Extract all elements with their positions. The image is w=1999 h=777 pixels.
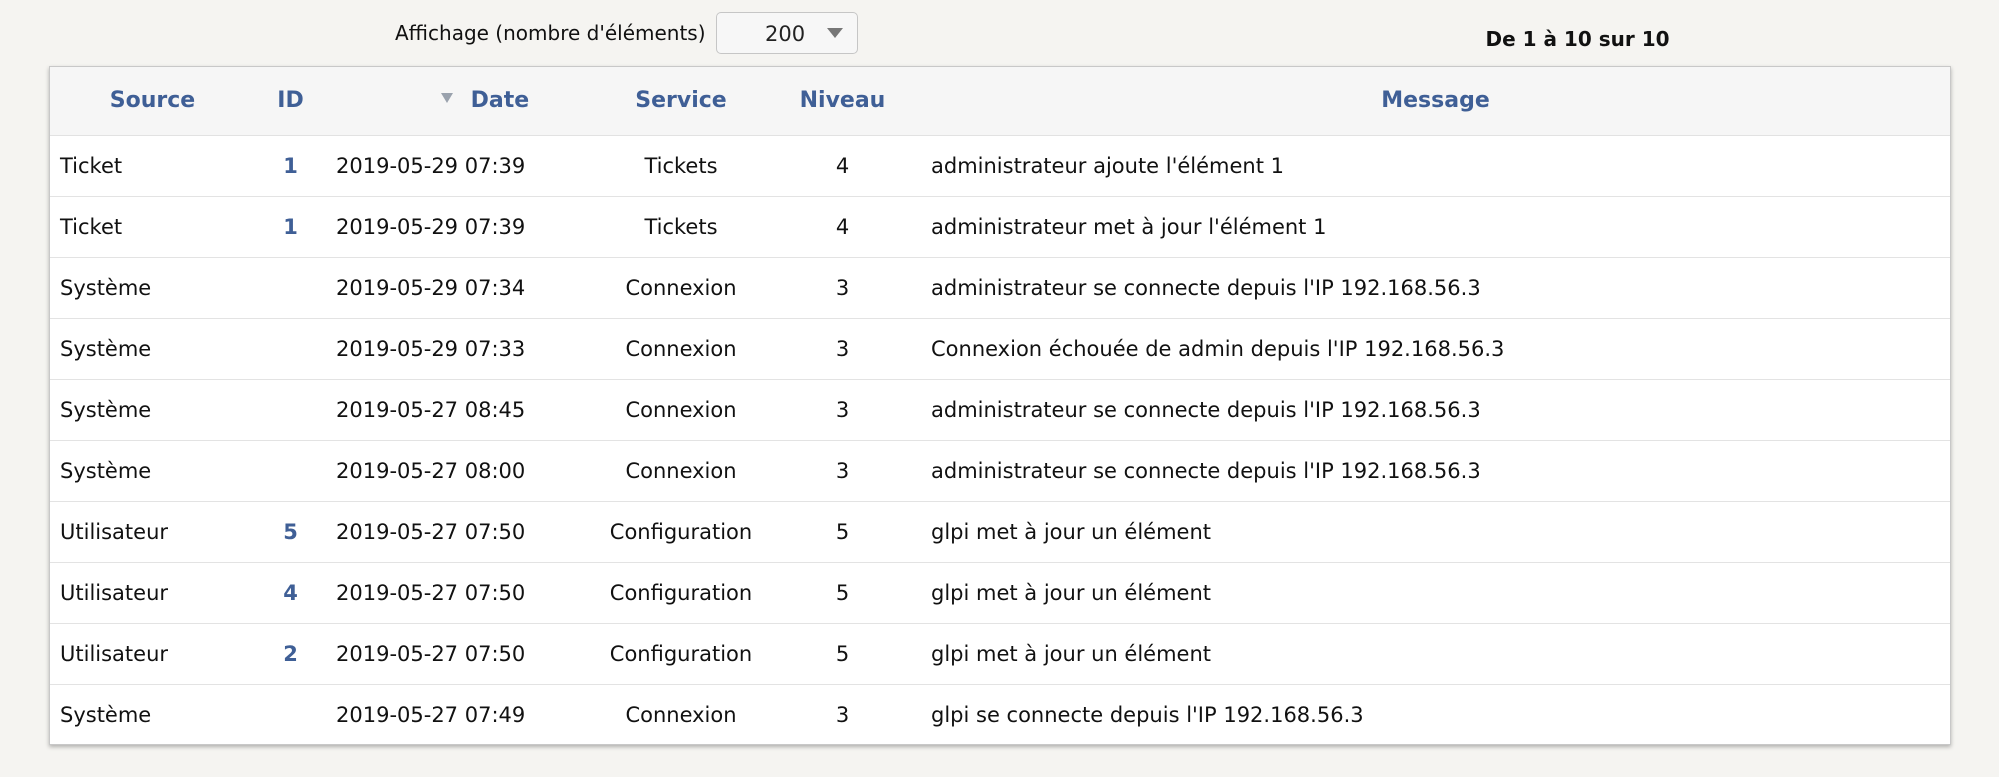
list-controls: Affichage (nombre d'éléments) 200 De 1 à… — [0, 0, 1999, 64]
date-header-label: Date — [470, 88, 530, 114]
source-cell: Système — [60, 458, 152, 483]
date-cell: 2019-05-27 07:50 — [336, 641, 526, 666]
table-header-row: Source ID Date Service Niveau Message — [50, 67, 1950, 136]
event-log-table: Source ID Date Service Niveau Message Ti… — [50, 67, 1950, 744]
level-cell: 5 — [835, 519, 850, 544]
level-header-label: Niveau — [799, 88, 886, 114]
service-cell: Connexion — [625, 336, 737, 361]
source-cell: Ticket — [60, 153, 123, 178]
level-column-header[interactable]: Niveau — [764, 67, 921, 136]
source-cell: Système — [60, 397, 152, 422]
table-row: Utilisateur 5 2019-05-27 07:50 Configura… — [50, 501, 1950, 562]
message-cell: glpi met à jour un élément — [931, 641, 1212, 666]
message-cell: Connexion échouée de admin depuis l'IP 1… — [931, 336, 1505, 361]
service-cell: Connexion — [625, 275, 737, 300]
id-link[interactable]: 5 — [255, 501, 326, 562]
source-cell: Système — [60, 702, 152, 727]
id-cell — [255, 684, 326, 744]
level-cell: 3 — [835, 275, 850, 300]
id-cell — [255, 379, 326, 440]
source-header-label: Source — [109, 88, 196, 114]
message-cell: administrateur met à jour l'élément 1 — [931, 214, 1327, 239]
table-row: Utilisateur 2 2019-05-27 07:50 Configura… — [50, 623, 1950, 684]
level-cell: 3 — [835, 397, 850, 422]
date-cell: 2019-05-29 07:33 — [336, 336, 526, 361]
level-cell: 3 — [835, 702, 850, 727]
level-cell: 4 — [835, 214, 850, 239]
id-header-label: ID — [277, 88, 304, 114]
id-column-header[interactable]: ID — [255, 67, 326, 136]
date-cell: 2019-05-27 07:49 — [336, 702, 526, 727]
page-size-select[interactable]: 200 — [716, 12, 858, 54]
date-column-header[interactable]: Date — [326, 67, 598, 136]
level-cell: 4 — [835, 153, 850, 178]
service-cell: Connexion — [625, 397, 737, 422]
level-cell: 5 — [835, 641, 850, 666]
table-row: Ticket 1 2019-05-29 07:39 Tickets 4 admi… — [50, 196, 1950, 257]
event-log-table-card: Source ID Date Service Niveau Message Ti… — [49, 66, 1951, 745]
service-cell: Configuration — [609, 580, 753, 605]
chevron-down-icon — [827, 28, 843, 38]
source-cell: Utilisateur — [60, 580, 169, 605]
table-row: Système 2019-05-29 07:33 Connexion 3 Con… — [50, 318, 1950, 379]
service-cell: Tickets — [644, 153, 718, 178]
id-cell — [255, 257, 326, 318]
source-column-header[interactable]: Source — [50, 67, 255, 136]
table-row: Système 2019-05-27 07:49 Connexion 3 glp… — [50, 684, 1950, 744]
date-cell: 2019-05-29 07:39 — [336, 153, 526, 178]
table-row: Ticket 1 2019-05-29 07:39 Tickets 4 admi… — [50, 135, 1950, 196]
pagination-range: De 1 à 10 sur 10 — [1485, 27, 1670, 51]
service-cell: Connexion — [625, 702, 737, 727]
id-link[interactable]: 1 — [255, 135, 326, 196]
id-cell — [255, 318, 326, 379]
table-row: Système 2019-05-27 08:00 Connexion 3 adm… — [50, 440, 1950, 501]
table-row: Système 2019-05-27 08:45 Connexion 3 adm… — [50, 379, 1950, 440]
source-cell: Utilisateur — [60, 519, 169, 544]
id-link[interactable]: 1 — [255, 196, 326, 257]
table-header: Source ID Date Service Niveau Message — [50, 67, 1950, 136]
message-cell: administrateur se connecte depuis l'IP 1… — [931, 275, 1481, 300]
date-cell: 2019-05-29 07:39 — [336, 214, 526, 239]
level-cell: 3 — [835, 458, 850, 483]
sort-descending-icon — [441, 93, 453, 104]
id-cell — [255, 440, 326, 501]
message-cell: administrateur se connecte depuis l'IP 1… — [931, 397, 1481, 422]
source-cell: Système — [60, 336, 152, 361]
table-body: Ticket 1 2019-05-29 07:39 Tickets 4 admi… — [50, 135, 1950, 744]
source-cell: Système — [60, 275, 152, 300]
date-cell: 2019-05-27 07:50 — [336, 580, 526, 605]
message-cell: glpi se connecte depuis l'IP 192.168.56.… — [931, 702, 1364, 727]
message-cell: glpi met à jour un élément — [931, 580, 1212, 605]
level-cell: 3 — [835, 336, 850, 361]
display-count-label: Affichage (nombre d'éléments) — [395, 21, 706, 45]
date-cell: 2019-05-27 08:45 — [336, 397, 526, 422]
message-cell: administrateur ajoute l'élément 1 — [931, 153, 1285, 178]
id-link[interactable]: 4 — [255, 562, 326, 623]
message-column-header[interactable]: Message — [921, 67, 1950, 136]
service-cell: Configuration — [609, 519, 753, 544]
service-cell: Tickets — [644, 214, 718, 239]
date-cell: 2019-05-27 07:50 — [336, 519, 526, 544]
service-header-label: Service — [635, 88, 727, 114]
page-size-value: 200 — [765, 22, 806, 46]
service-cell: Configuration — [609, 641, 753, 666]
id-link[interactable]: 2 — [255, 623, 326, 684]
source-cell: Ticket — [60, 214, 123, 239]
message-cell: administrateur se connecte depuis l'IP 1… — [931, 458, 1481, 483]
date-cell: 2019-05-29 07:34 — [336, 275, 526, 300]
table-row: Système 2019-05-29 07:34 Connexion 3 adm… — [50, 257, 1950, 318]
message-header-label: Message — [1381, 88, 1490, 114]
level-cell: 5 — [835, 580, 850, 605]
table-row: Utilisateur 4 2019-05-27 07:50 Configura… — [50, 562, 1950, 623]
source-cell: Utilisateur — [60, 641, 169, 666]
service-column-header[interactable]: Service — [598, 67, 764, 136]
service-cell: Connexion — [625, 458, 737, 483]
date-cell: 2019-05-27 08:00 — [336, 458, 526, 483]
message-cell: glpi met à jour un élément — [931, 519, 1212, 544]
